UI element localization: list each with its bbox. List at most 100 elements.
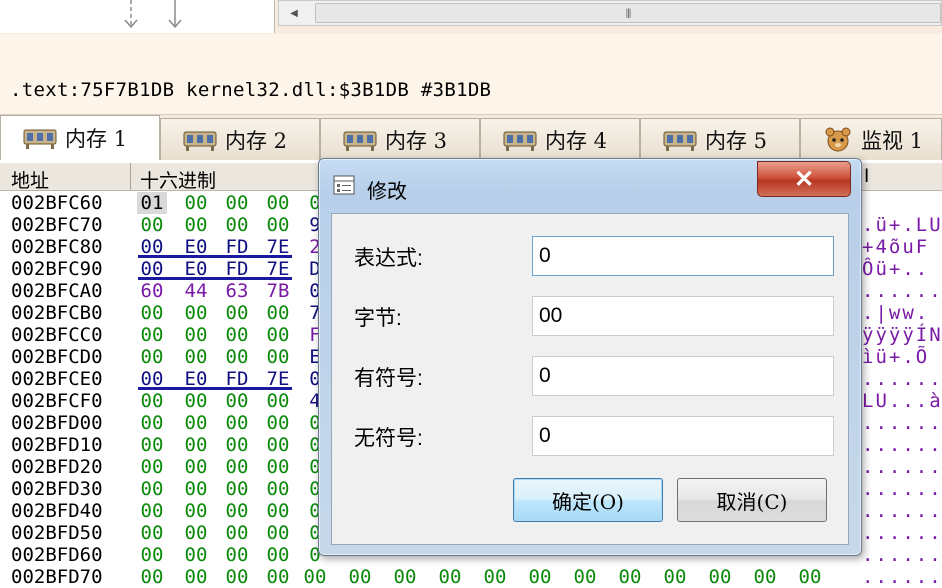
hex-byte[interactable]: 00 (137, 544, 167, 566)
hex-byte[interactable]: 00 (615, 566, 645, 588)
hex-byte[interactable]: 00 (263, 214, 293, 236)
tab-memory-5[interactable]: 内存 5 (640, 118, 800, 160)
memory-icon (503, 131, 537, 151)
hex-byte[interactable]: 00 (263, 544, 293, 566)
hex-byte[interactable]: 00 (137, 346, 167, 368)
memory-icon (343, 131, 377, 151)
hex-row[interactable]: 002BFD70 00 00 00 00 00 00 00 00 00 00 00 00 00 00 00 00… (0, 566, 942, 588)
hex-byte[interactable]: 00 (435, 566, 465, 588)
hex-byte[interactable]: 00 (222, 522, 252, 544)
hex-byte[interactable]: 00 (137, 522, 167, 544)
column-ascii[interactable]: I (864, 166, 869, 188)
hex-byte[interactable]: 00 (137, 390, 167, 412)
hex-byte[interactable]: 00 (137, 412, 167, 434)
signed-input[interactable] (532, 356, 834, 396)
ok-button[interactable]: 确定(O) (513, 478, 663, 522)
row-ascii: Ôü+.. (862, 258, 930, 280)
hex-byte[interactable]: 60 (137, 280, 167, 302)
hex-byte[interactable]: 00 (222, 390, 252, 412)
hex-byte[interactable]: 00 (222, 324, 252, 346)
hex-byte[interactable]: 00 (263, 478, 293, 500)
hex-byte[interactable]: 00 (263, 500, 293, 522)
hex-byte[interactable]: 00 (263, 566, 293, 588)
hex-byte[interactable]: 7B (263, 280, 293, 302)
hex-byte[interactable]: 00 (222, 412, 252, 434)
close-button[interactable]: ✕ (757, 161, 851, 197)
hex-byte[interactable]: 00 (137, 500, 167, 522)
tab-memory-3[interactable]: 内存 3 (320, 118, 480, 160)
hex-byte[interactable]: 00 (181, 192, 211, 214)
hex-byte[interactable]: 00 (570, 566, 600, 588)
hex-byte[interactable]: 00 (750, 566, 780, 588)
hex-byte[interactable]: 00 (222, 566, 252, 588)
hex-byte[interactable]: 00 (181, 478, 211, 500)
scroll-left-icon[interactable]: ◀ (279, 1, 309, 25)
hex-byte[interactable]: 00 (263, 456, 293, 478)
hex-byte[interactable]: 00 (181, 302, 211, 324)
hex-byte[interactable]: 00 (222, 434, 252, 456)
unsigned-input[interactable] (532, 416, 834, 456)
hex-byte[interactable]: 00 (137, 566, 167, 588)
hex-byte[interactable]: 00 (222, 544, 252, 566)
hex-byte[interactable]: 00 (222, 192, 252, 214)
tab-bar: 内存 1 内存 2 内存 3 内存 4 内存 5 监视 1 (0, 115, 942, 160)
hex-byte[interactable]: 00 (222, 302, 252, 324)
hex-byte[interactable]: 00 (222, 346, 252, 368)
hex-byte[interactable]: 00 (222, 456, 252, 478)
grip-icon: ||| (625, 8, 632, 19)
hex-byte[interactable]: 00 (222, 500, 252, 522)
hex-byte[interactable]: 00 (137, 478, 167, 500)
hex-byte[interactable]: 00 (137, 324, 167, 346)
hex-byte[interactable]: 00 (263, 346, 293, 368)
hex-byte[interactable]: 00 (137, 302, 167, 324)
hex-byte[interactable]: 00 (263, 390, 293, 412)
scrollbar-thumb[interactable]: ||| (315, 3, 941, 23)
current-address-text: .text:75F7B1DB kernel32.dll:$3B1DB #3B1D… (10, 79, 492, 101)
flow-arrow-dashed-icon (124, 0, 138, 29)
hex-byte[interactable]: 00 (263, 192, 293, 214)
hex-byte[interactable]: 00 (222, 478, 252, 500)
column-divider[interactable] (130, 163, 131, 190)
byte-input[interactable] (532, 296, 834, 336)
hex-byte[interactable]: 00 (181, 544, 211, 566)
column-hex[interactable]: 十六进制 (140, 166, 216, 193)
hex-byte[interactable]: 00 (137, 214, 167, 236)
hex-byte[interactable]: 00 (222, 214, 252, 236)
hex-byte[interactable]: 00 (181, 390, 211, 412)
hex-byte[interactable]: 00 (263, 522, 293, 544)
tab-watch-1[interactable]: 监视 1 (800, 118, 942, 160)
tab-memory-2[interactable]: 内存 2 (160, 118, 320, 160)
hex-byte[interactable]: 00 (263, 302, 293, 324)
cancel-button[interactable]: 取消(C) (677, 478, 827, 522)
hex-byte[interactable]: 00 (181, 346, 211, 368)
hex-byte[interactable]: 00 (300, 566, 330, 588)
hex-byte[interactable]: 00 (181, 456, 211, 478)
hex-byte[interactable]: 00 (525, 566, 555, 588)
hex-byte[interactable]: 00 (263, 412, 293, 434)
hex-byte[interactable]: 00 (181, 324, 211, 346)
hex-byte[interactable]: 00 (137, 456, 167, 478)
tab-memory-1[interactable]: 内存 1 (0, 115, 160, 160)
hex-byte[interactable]: 00 (263, 324, 293, 346)
hex-byte[interactable]: 00 (480, 566, 510, 588)
hex-byte[interactable]: 00 (137, 434, 167, 456)
hex-byte[interactable]: 00 (181, 214, 211, 236)
hex-byte[interactable]: 00 (181, 500, 211, 522)
hex-byte[interactable]: 00 (705, 566, 735, 588)
tab-memory-4[interactable]: 内存 4 (480, 118, 640, 160)
hex-byte[interactable]: 44 (181, 280, 211, 302)
hex-byte[interactable]: 01 (137, 192, 167, 214)
horizontal-scrollbar[interactable]: ◀ ||| (278, 0, 942, 26)
hex-byte[interactable]: 00 (390, 566, 420, 588)
hex-byte[interactable]: 00 (263, 434, 293, 456)
hex-byte[interactable]: 00 (181, 434, 211, 456)
hex-byte[interactable]: 00 (181, 522, 211, 544)
hex-byte[interactable]: 00 (660, 566, 690, 588)
hex-byte[interactable]: 00 (345, 566, 375, 588)
hex-byte[interactable]: 00 (181, 566, 211, 588)
column-address[interactable]: 地址 (11, 166, 49, 193)
hex-byte[interactable]: 00 (181, 412, 211, 434)
hex-byte[interactable]: 63 (222, 280, 252, 302)
expression-input[interactable] (532, 236, 834, 276)
hex-byte[interactable]: 00 (795, 566, 825, 588)
